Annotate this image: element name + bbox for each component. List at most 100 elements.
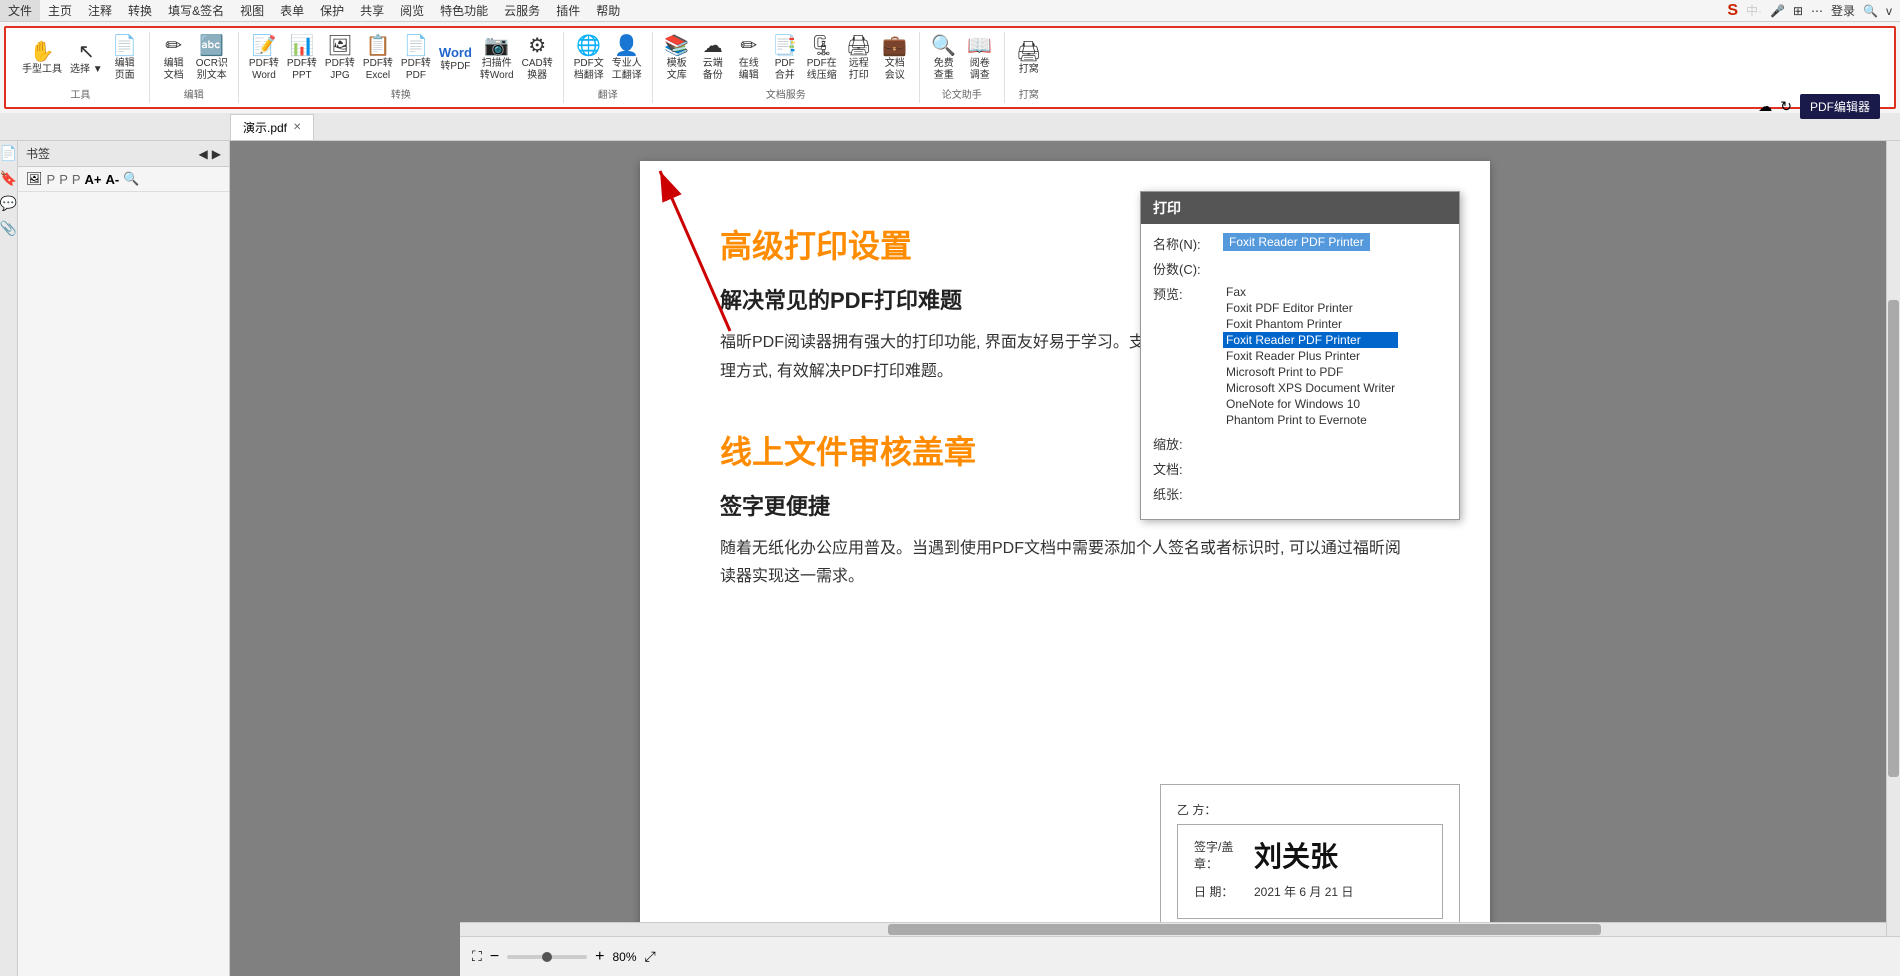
word-to-pdf-btn[interactable]: Word 转PDF: [435, 44, 476, 75]
free-check-btn[interactable]: 🔍 免费查重: [926, 34, 962, 84]
template-lib-btn[interactable]: 📚 模板文库: [659, 34, 695, 84]
tab-close-btn[interactable]: ✕: [293, 122, 301, 133]
edit-doc-btn[interactable]: ✏ 编辑文档: [156, 34, 192, 84]
scroll-thumb-h[interactable]: [888, 924, 1601, 935]
expand-icon[interactable]: ⤢: [645, 948, 656, 965]
print-name-label: 名称(N):: [1153, 234, 1223, 253]
thumbnail-icon[interactable]: 📄: [0, 145, 17, 162]
sidebar-tool-7[interactable]: 🔍: [123, 171, 139, 187]
doc-meeting-btn[interactable]: 💼 文档会议: [877, 34, 913, 84]
section-print: 🖨 打窝 打窝: [1005, 32, 1053, 103]
pdf-to-pdf-btn[interactable]: 📄 PDF转PDF: [397, 34, 435, 84]
sidebar-tool-5[interactable]: A+: [85, 172, 102, 187]
remote-print-btn[interactable]: 🖨 远程打印: [841, 34, 877, 84]
scroll-thumb-v[interactable]: [1888, 300, 1899, 777]
bookmark-icon[interactable]: 🔖: [0, 170, 17, 187]
attachment-icon[interactable]: 📎: [0, 220, 17, 237]
menu-protect[interactable]: 保护: [312, 0, 352, 21]
pdf-translate-btn[interactable]: 🌐 PDF文档翻译: [570, 34, 608, 84]
printer-evernote[interactable]: Phantom Print to Evernote: [1223, 412, 1398, 428]
nav-next[interactable]: ▶: [212, 147, 221, 161]
menu-help[interactable]: 帮助: [588, 0, 628, 21]
sidebar-tool-1[interactable]: 🖼: [26, 171, 43, 187]
ocr-btn[interactable]: 🔤 OCR识别文本: [192, 34, 232, 84]
search-icon[interactable]: 🔍: [1863, 4, 1878, 18]
printer-foxit-plus[interactable]: Foxit Reader Plus Printer: [1223, 348, 1398, 364]
login-btn[interactable]: 登录: [1831, 2, 1855, 19]
print-scale-label: 缩放:: [1153, 434, 1223, 453]
online-edit-btn[interactable]: ✏ 在线编辑: [731, 34, 767, 84]
menu-cloud[interactable]: 云服务: [496, 0, 548, 21]
cad-convert-btn[interactable]: ⚙ CAD转换器: [518, 34, 557, 84]
printer-ms-pdf[interactable]: Microsoft Print to PDF: [1223, 364, 1398, 380]
hand-tool-label: 手型工具: [22, 64, 62, 76]
pdf-page: 高级打印设置 解决常见的PDF打印难题 福昕PDF阅读器拥有强大的打印功能, 界…: [640, 161, 1490, 956]
zoom-plus-btn[interactable]: +: [595, 948, 604, 966]
pdf-to-ppt-btn[interactable]: 📊 PDF转PPT: [283, 34, 321, 84]
fit-page-icon[interactable]: ⛶: [472, 948, 482, 965]
menu-view2[interactable]: 阅览: [392, 0, 432, 21]
sidebar-tool-2[interactable]: P: [47, 172, 56, 187]
document-tab[interactable]: 演示.pdf ✕: [230, 114, 314, 140]
print-value-list: Fax Foxit PDF Editor Printer Foxit Phant…: [1223, 284, 1398, 428]
printer-fax[interactable]: Fax: [1223, 284, 1398, 300]
printer-onenote[interactable]: OneNote for Windows 10: [1223, 396, 1398, 412]
zoom-thumb: [542, 952, 552, 962]
grid-icon: ⊞: [1793, 4, 1803, 18]
pdf-to-excel-btn[interactable]: 📋 PDF转Excel: [359, 34, 397, 84]
edit-doc-icon: ✏: [165, 36, 182, 56]
pdf-editor-button[interactable]: PDF编辑器: [1800, 94, 1880, 119]
menu-forms[interactable]: 表单: [272, 0, 312, 21]
pdf-to-word-btn[interactable]: 📝 PDF转Word: [245, 34, 283, 84]
select-tool-btn[interactable]: ↖ 选择 ▼: [66, 40, 107, 78]
printer-foxit-editor[interactable]: Foxit PDF Editor Printer: [1223, 300, 1398, 316]
zoom-slider[interactable]: [507, 955, 587, 959]
compress-icon: 🗜: [809, 36, 834, 56]
sidebar-tool-3[interactable]: P: [59, 172, 68, 187]
sig-inner-box: 签字/盖章： 刘关张 日 期： 2021 年 6 月 21 日: [1177, 824, 1443, 919]
menu-annotation[interactable]: 注释: [80, 0, 120, 21]
zoom-minus-btn[interactable]: −: [490, 948, 499, 966]
print-paper-label: 纸张:: [1153, 484, 1223, 503]
print-row-copies: 份数(C):: [1153, 259, 1447, 278]
nav-prev[interactable]: ◀: [199, 147, 208, 161]
menu-plugin[interactable]: 插件: [548, 0, 588, 21]
pdf-merge-btn[interactable]: 📑 PDF合并: [767, 34, 803, 84]
print-section-label: 打窝: [1019, 86, 1039, 101]
cad-icon: ⚙: [528, 36, 546, 56]
ocr-label: OCR识别文本: [196, 58, 228, 82]
edit-page-btn[interactable]: 📄 编辑页面: [107, 34, 143, 84]
more-icon: ⋯: [1811, 4, 1823, 18]
menu-view[interactable]: 视图: [232, 0, 272, 21]
menu-home[interactable]: 主页: [40, 0, 80, 21]
hand-tool-btn[interactable]: ✋ 手型工具: [18, 40, 66, 78]
menu-sign[interactable]: 填写&签名: [160, 0, 232, 21]
menu-special[interactable]: 特色功能: [432, 0, 496, 21]
comment-icon[interactable]: 💬: [0, 195, 17, 212]
menu-file[interactable]: 文件: [0, 0, 40, 21]
menu-share[interactable]: 共享: [352, 0, 392, 21]
pro-translate-btn[interactable]: 👤 专业人工翻译: [608, 34, 646, 84]
pdf-compress-btn[interactable]: 🗜 PDF在线压缩: [803, 34, 841, 84]
reading-check-btn[interactable]: 📖 阅卷调查: [962, 34, 998, 84]
party-label: 乙 方：: [1177, 801, 1443, 818]
printer-ms-xps[interactable]: Microsoft XPS Document Writer: [1223, 380, 1398, 396]
horizontal-scrollbar[interactable]: [460, 922, 1886, 936]
scan-convert-btn[interactable]: 📷 扫描件转Word: [476, 34, 518, 84]
printer-foxit-phantom[interactable]: Foxit Phantom Printer: [1223, 316, 1398, 332]
header-right-area: S 中· 🎤 ⊞ ⋯ 登录 🔍 v: [1727, 2, 1900, 20]
free-check-label: 免费查重: [934, 58, 954, 82]
print-main-btn[interactable]: 🖨 打窝: [1011, 40, 1047, 78]
menu-convert[interactable]: 转换: [120, 0, 160, 21]
pdf-excel-label: PDF转Excel: [363, 58, 393, 82]
printer-foxit-reader[interactable]: Foxit Reader PDF Printer: [1223, 332, 1398, 348]
sidebar-tool-4[interactable]: P: [72, 172, 81, 187]
pdf-word-label: PDF转Word: [249, 58, 279, 82]
cloud-backup-btn[interactable]: ☁ 云端备份: [695, 34, 731, 84]
sidebar-header: 书签 ◀ ▶: [18, 141, 229, 167]
pdf-ppt-icon: 📊: [289, 36, 314, 56]
sidebar-tool-6[interactable]: A-: [106, 172, 120, 187]
vertical-scrollbar[interactable]: [1886, 141, 1900, 936]
merge-icon: 📑: [772, 36, 797, 56]
pdf-to-jpg-btn[interactable]: 🖼 PDF转JPG: [321, 34, 359, 84]
